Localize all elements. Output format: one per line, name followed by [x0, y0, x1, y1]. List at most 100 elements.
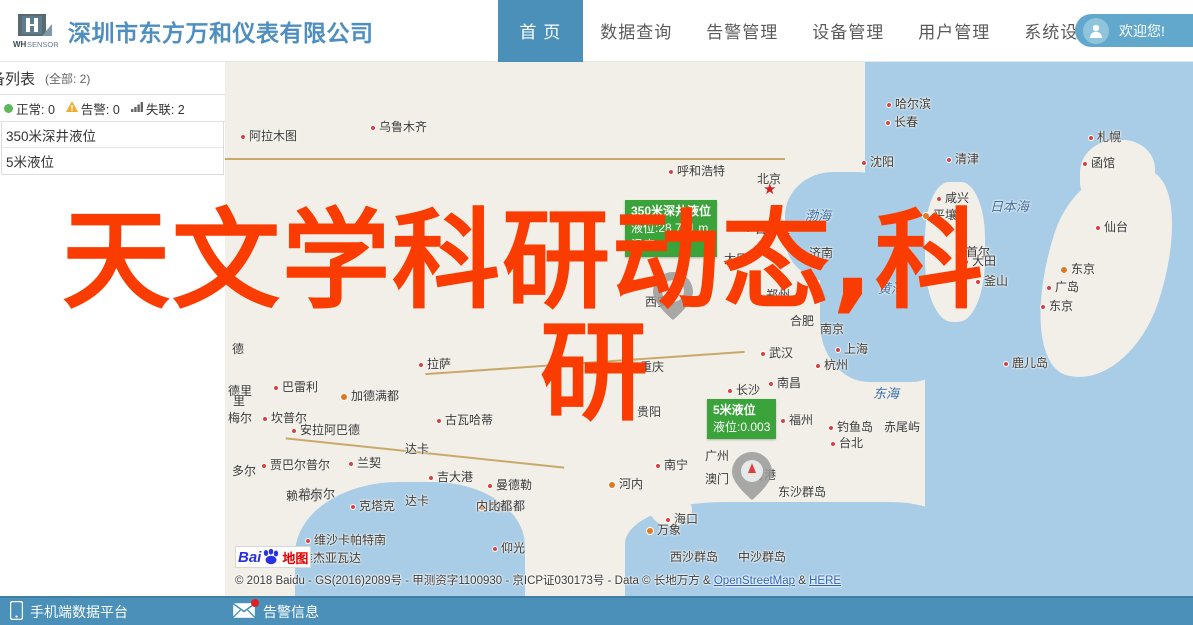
map-city-dot-icon [955, 248, 963, 257]
map-label-28: 加德满都 [340, 387, 399, 404]
map-label-text: 郑州 [766, 288, 791, 302]
capital-star-icon: ★ [763, 181, 777, 198]
nav-item-home[interactable]: 首 页 [497, 0, 584, 62]
baidu-map-logo[interactable]: Bai 地图 [235, 546, 312, 568]
map-pin-350m-well[interactable] [651, 270, 695, 322]
map-city-dot-icon [350, 503, 356, 510]
map-label-text: 万象 [657, 523, 682, 537]
map-label-30: 安拉阿巴德 [291, 421, 360, 438]
app-footer: 手机端数据平台 告警信息 [0, 596, 1193, 625]
map-label-72: 南京 [820, 320, 844, 337]
nav-item-data-query[interactable]: 数据查询 [583, 0, 689, 62]
status-normal[interactable]: 正常: 0 [4, 99, 55, 118]
map-label-text: 中沙群岛 [738, 550, 787, 564]
map-label-text: 钓鱼岛 [837, 420, 874, 434]
map-label-text: 重庆 [640, 360, 665, 374]
map-label-text: 东京 [1071, 262, 1096, 276]
map-city-dot-icon [768, 380, 774, 387]
border-national-1 [225, 158, 785, 160]
map-city-dot-icon [1003, 360, 1009, 367]
map-city-dot-icon [436, 417, 442, 424]
map-label-text: 大田 [972, 254, 997, 268]
map-marker-5m-level[interactable]: 5米液位 液位:0.003 [707, 399, 777, 439]
device-list-sidebar: 备列表 (全部: 2) 正常: 0 告警: 0 [0, 62, 225, 596]
map-label-text: 太原 [724, 252, 749, 266]
map-city-dot-icon [348, 460, 354, 467]
map-label-67: 万象 [646, 521, 681, 538]
application-root: WH SENSORS 深圳市东方万和仪表有限公司 首 页 数据查询 告警管理 设… [0, 0, 1193, 625]
map-label-text: 函馆 [1091, 156, 1116, 170]
footer-mobile-platform-label: 手机端数据平台 [30, 603, 128, 620]
sidebar-header: 备列表 (全部: 2) [0, 62, 225, 95]
map-city-dot-icon [240, 133, 246, 140]
map-label-text: 兰契 [357, 456, 382, 470]
map-city-dot-icon [655, 462, 661, 469]
map-label-text: 札幌 [1097, 130, 1122, 144]
map-label-33: 达卡 [405, 440, 429, 457]
map-label-text: 赖布尔 [286, 489, 323, 503]
map-city-dot-icon [273, 384, 279, 391]
map-label-64: 梅尔 [228, 409, 252, 426]
user-welcome-label: 欢迎您! [1119, 22, 1165, 39]
nav-item-user-management[interactable]: 用户管理 [901, 0, 1007, 62]
map-label-23: 东京 [1040, 297, 1073, 314]
map-city-dot-icon [262, 415, 268, 422]
map-label-7: 仙台 [1095, 218, 1128, 235]
brand-logo[interactable]: WH SENSORS 深圳市东方万和仪表有限公司 [0, 10, 374, 52]
map-city-dot-icon [1060, 265, 1068, 274]
map-label-text: 贾巴尔普尔 [270, 458, 331, 472]
map-label-text: 梅尔 [228, 411, 253, 425]
map-label-2: 沈阳 [861, 153, 894, 170]
status-offline-label: 失联: 2 [145, 102, 185, 117]
device-list-item-5m[interactable]: 5米液位 [2, 148, 223, 174]
map-label-11: 黄海 [878, 278, 904, 297]
map-canvas[interactable]: 哈尔滨 长春 沈阳 清津 咸兴 札幌 函馆 仙台 东京 日本海 渤海 黄海 东海 北京 呼和浩特 石家庄 济南首… [225, 62, 1193, 596]
baidu-logo-ditu: 地图 [282, 550, 309, 566]
attrib-link-osm[interactable]: OpenStreetMap [714, 575, 795, 587]
map-label-text: 杭州 [824, 358, 849, 372]
map-city-dot-icon [261, 462, 267, 469]
map-label-text: 乌鲁木齐 [379, 120, 428, 134]
nav-item-alarm-management[interactable]: 告警管理 [689, 0, 795, 62]
attrib-link-here[interactable]: HERE [809, 575, 841, 587]
map-label-text: 南昌 [777, 376, 802, 390]
map-label-71: 合肥 [790, 312, 814, 329]
map-pin-5m-level[interactable] [730, 450, 774, 502]
alarm-notification-dot [251, 598, 259, 607]
marker-title: 5米液位 [713, 403, 756, 417]
map-label-text: 釜山 [984, 274, 1009, 288]
map-label-25: 阿拉木图 [240, 127, 297, 144]
map-attribution: © 2018 Baidu - GS(2016)2089号 - 甲测资字11009… [235, 572, 841, 588]
map-label-text: 咸兴 [945, 191, 970, 205]
status-offline[interactable]: 失联: 2 [130, 99, 185, 118]
map-label-19: 大田 [963, 252, 996, 269]
map-label-36: 曼德勒 [487, 476, 532, 493]
map-label-68: 内比都 [476, 497, 512, 514]
map-label-8: 东京 [1060, 260, 1095, 277]
map-city-dot-icon [608, 480, 616, 489]
footer-mobile-platform[interactable]: 手机端数据平台 [0, 597, 128, 625]
footer-alarm-info[interactable]: 告警信息 [232, 597, 319, 625]
map-marker-350m-well[interactable]: 350米深井液位 液位:28.701 m 温度:9 [625, 200, 718, 257]
map-city-dot-icon [745, 226, 751, 233]
status-normal-label: 正常: 0 [16, 102, 55, 117]
map-label-text: 澳门 [705, 472, 730, 486]
map-label-text: 长春 [894, 115, 919, 129]
status-alarm[interactable]: 告警: 0 [65, 99, 120, 118]
map-city-dot-icon [487, 482, 493, 489]
map-label-text: 仙台 [1104, 220, 1129, 234]
map-city-dot-icon [861, 159, 867, 166]
device-list-item-350m[interactable]: 350米深井液位 [2, 122, 223, 148]
attrib-mid: & [795, 575, 810, 587]
map-label-text: 东海 [873, 386, 900, 401]
map-label-20: 釜山 [975, 272, 1008, 289]
map-label-text: 拉萨 [427, 357, 452, 371]
user-welcome-badge[interactable]: 欢迎您! [1075, 14, 1193, 47]
map-label-52: 钓鱼岛 [828, 418, 873, 435]
map-label-16: 济南 [800, 244, 833, 261]
map-label-0: 哈尔滨 [886, 95, 931, 112]
map-label-text: 河内 [619, 477, 644, 491]
nav-item-device-management[interactable]: 设备管理 [795, 0, 901, 62]
map-label-text: 渤海 [805, 208, 832, 223]
map-label-text: 达卡 [405, 442, 430, 456]
